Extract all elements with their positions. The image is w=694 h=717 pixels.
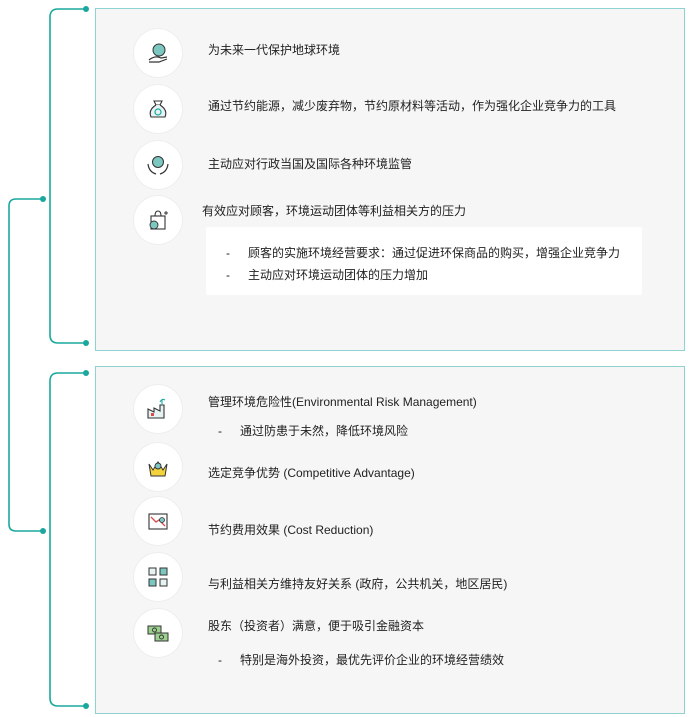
root-bracket [8, 198, 43, 532]
connector-dot [83, 6, 89, 12]
connector-dot [83, 703, 89, 709]
item-text: 选定竞争优势 (Competitive Advantage) [208, 466, 415, 480]
item-text: 节约费用效果 (Cost Reduction) [208, 523, 374, 537]
bracket-group2 [49, 372, 86, 707]
connector-dot [40, 528, 46, 534]
crown-person-icon [134, 443, 182, 491]
recycle-bag-icon [134, 85, 182, 133]
item-text: 股东（投资者）满意，便于吸引金融资本 [208, 619, 425, 633]
factory-icon [134, 385, 182, 433]
item-text: 通过节约能源，减少废弃物，节约原材料等活动，作为强化企业竞争力的工具 [208, 99, 617, 113]
connector-dot [83, 340, 89, 346]
item-text: 主动应对行政当国及国际各种环境监管 [208, 157, 413, 171]
stakeholders-icon [134, 553, 182, 601]
item-text: 管理环境危险性(Environmental Risk Management) [208, 395, 477, 409]
shopping-bag-globe-icon [134, 196, 182, 244]
connector-dot [40, 196, 46, 202]
sub-item: - 主动应对环境运动团体的压力增加 [226, 268, 429, 282]
item-text: 与利益相关方维持友好关系 (政府，公共机关，地区居民) [208, 577, 508, 591]
item-text: 有效应对顾客，环境运动团体等利益相关方的压力 [202, 204, 467, 218]
money-exchange-icon [134, 609, 182, 657]
sub-item: - 顾客的实施环境经营要求：通过促进环保商品的购买，增强企业竞争力 [226, 246, 621, 260]
hands-globe-icon [134, 141, 182, 189]
sub-items-box: - 顾客的实施环境经营要求：通过促进环保商品的购买，增强企业竞争力 - 主动应对环境… [206, 227, 642, 295]
item-text: 为未来一代保护地球环境 [208, 43, 341, 57]
cost-down-chart-icon [134, 497, 182, 545]
panel-environmental-motives: 为未来一代保护地球环境 通过节约能源，减少废弃物，节约原材料等活动，作为强化企业… [95, 8, 685, 351]
hand-globe-icon [134, 29, 182, 77]
connector-dot [83, 370, 89, 376]
sub-item: - 特别是海外投资，最优先评价企业的环境经营绩效 [218, 653, 505, 667]
panel-business-benefits: 管理环境危险性(Environmental Risk Management) -… [95, 366, 685, 714]
bracket-group1 [49, 8, 86, 344]
sub-item: - 通过防患于未然，降低环境风险 [218, 424, 409, 438]
